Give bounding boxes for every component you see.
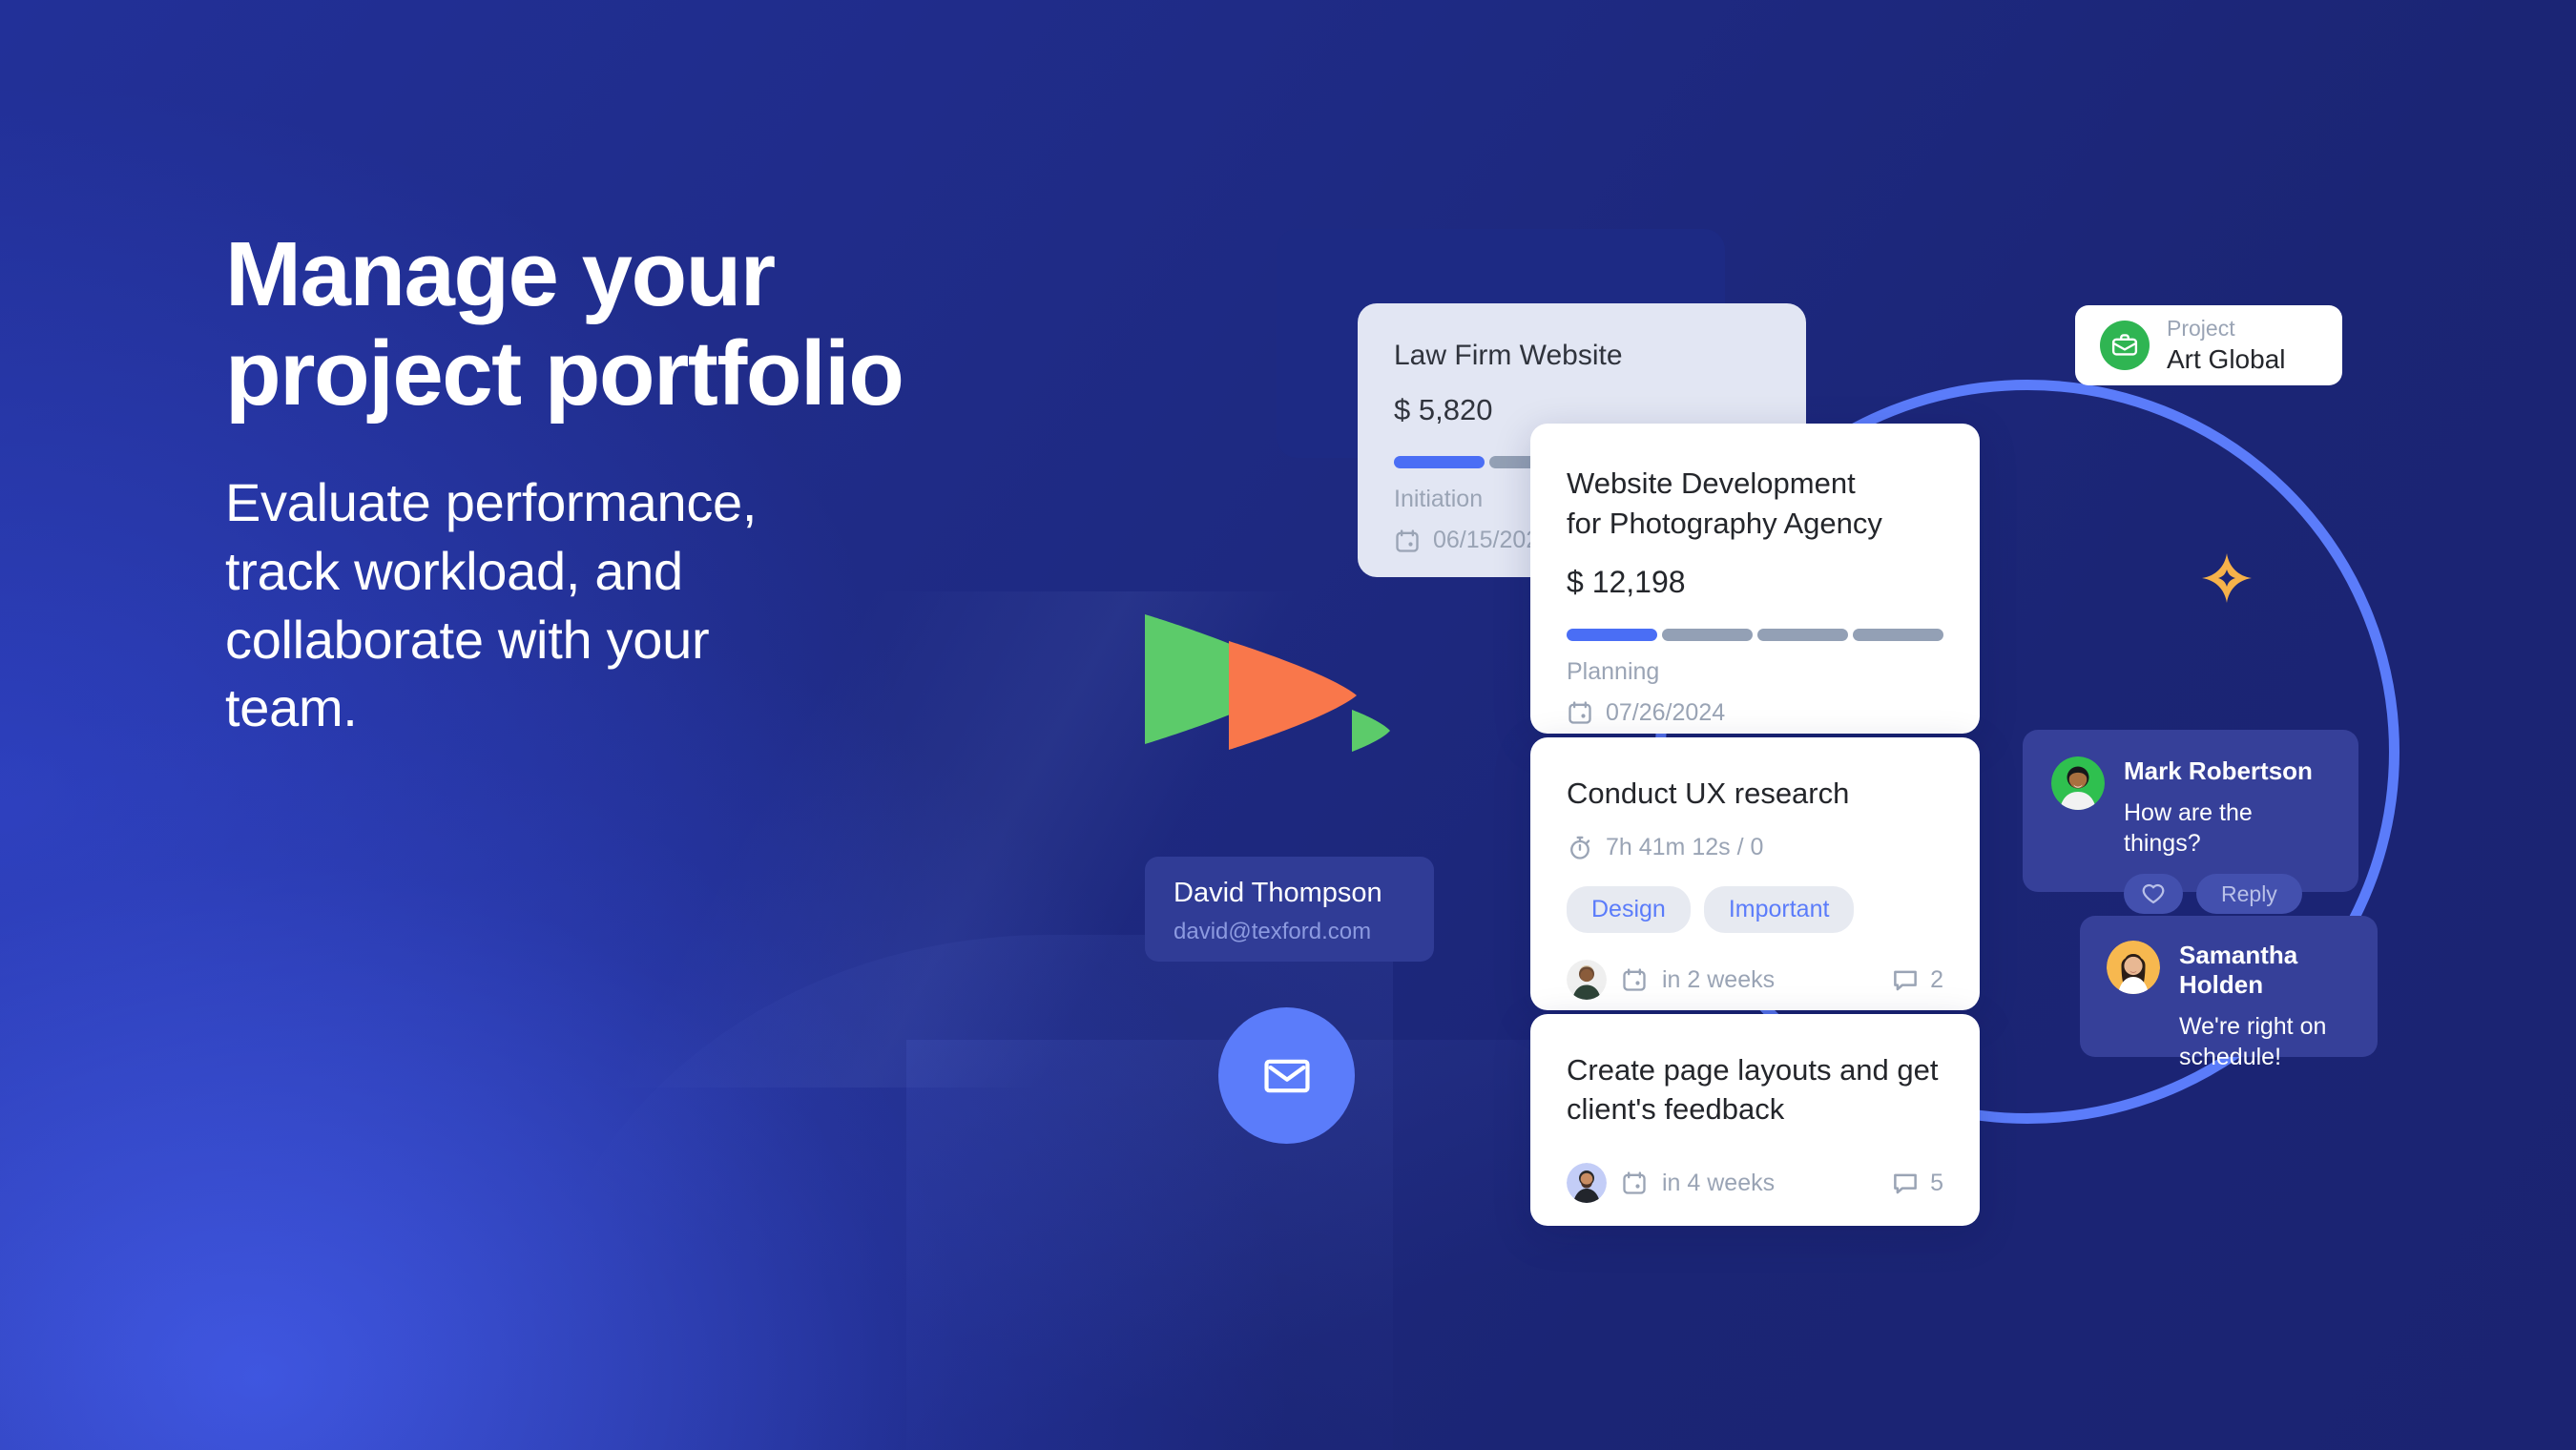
project-due-date-text: 07/26/2024: [1606, 698, 1726, 726]
avatar[interactable]: [1567, 1163, 1607, 1204]
calendar-icon: [1623, 1171, 1646, 1195]
comment-message: We're right on schedule!: [2179, 1013, 2327, 1070]
comment-message: How are the things?: [2124, 799, 2253, 857]
task-tags: Design Important: [1567, 886, 1943, 934]
comment-actions: Reply: [2124, 874, 2330, 914]
like-button[interactable]: [2124, 874, 2183, 914]
project-badge[interactable]: Project Art Global: [2075, 305, 2342, 385]
calendar-icon: [1396, 528, 1419, 552]
contact-name: David Thompson: [1174, 878, 1382, 908]
comment-card-mark-robertson[interactable]: Mark Robertson How are the things? Reply: [2023, 730, 2358, 914]
project-card-website-development[interactable]: Website Development for Photography Agen…: [1530, 424, 1980, 734]
task-footer: in 4 weeks 5: [1567, 1163, 1943, 1204]
project-name: Law Firm Website: [1394, 340, 1623, 371]
avatar[interactable]: [2107, 941, 2160, 994]
task-title: Conduct UX research: [1567, 777, 1850, 810]
task-due-text: in 4 weeks: [1662, 1169, 1776, 1196]
calendar-icon: [1623, 968, 1646, 991]
project-badge-label: Project: [2167, 316, 2235, 342]
page-subtitle: Evaluate performance, track workload, an…: [225, 472, 758, 738]
progress-segment: [1394, 456, 1485, 468]
project-stage: Planning: [1567, 657, 1660, 685]
arrow-icon: [1352, 710, 1390, 752]
contact-card[interactable]: David Thompson david@texford.com: [1145, 857, 1434, 962]
comment-icon: [1894, 1174, 1917, 1194]
project-amount: $ 5,820: [1394, 393, 1493, 426]
project-badge-value: Art Global: [2167, 343, 2286, 374]
project-due-date: 07/26/2024: [1567, 699, 1943, 727]
task-title: Create page layouts and get client's fee…: [1567, 1053, 1939, 1127]
task-card-page-layouts[interactable]: Create page layouts and get client's fee…: [1530, 1014, 1980, 1226]
contact-email: david@texford.com: [1174, 919, 1372, 944]
project-name: Website Development for Photography Agen…: [1567, 466, 1882, 540]
reply-button[interactable]: Reply: [2196, 874, 2302, 914]
project-badge-text: Project Art Global: [2167, 315, 2286, 376]
task-tag-important[interactable]: Important: [1703, 886, 1855, 934]
envelope-icon: [1263, 1059, 1310, 1092]
comment-body: Samantha Holden We're right on schedule!: [2179, 941, 2351, 1070]
briefcase-icon: [2100, 321, 2150, 370]
avatar[interactable]: [1567, 960, 1607, 1001]
page-title: Manage your project portfolio: [225, 223, 904, 425]
project-amount: $ 12,198: [1567, 564, 1686, 599]
task-comment-count-text: 2: [1930, 965, 1943, 993]
calendar-icon: [1568, 701, 1591, 724]
task-footer: in 2 weeks 2: [1567, 960, 1943, 1001]
task-tag-design[interactable]: Design: [1567, 886, 1691, 934]
task-time-text: 7h 41m 12s / 0: [1606, 834, 1764, 861]
task-card-ux-research[interactable]: Conduct UX research 7h 41m 12s / 0 Desig…: [1530, 737, 1980, 1010]
task-due-text: in 2 weeks: [1662, 965, 1776, 993]
task-comment-count-text: 5: [1930, 1169, 1943, 1196]
mail-button[interactable]: [1218, 1007, 1355, 1144]
comment-card-samantha-holden[interactable]: Samantha Holden We're right on schedule!: [2080, 916, 2378, 1070]
progress-segment: [1567, 628, 1657, 641]
progress-segment: [1853, 628, 1943, 641]
sparkle-icon: [2202, 553, 2252, 603]
avatar[interactable]: [2051, 756, 2105, 810]
task-time-tracked: 7h 41m 12s / 0: [1567, 834, 1943, 861]
task-comment-count[interactable]: 2: [1891, 965, 1943, 994]
comment-author: Samantha Holden: [2179, 941, 2298, 999]
comment-author: Mark Robertson: [2124, 756, 2313, 785]
heart-icon: [2142, 883, 2165, 904]
hero-section: Manage your project portfolio Evaluate p…: [225, 225, 1179, 742]
stopwatch-icon: [1570, 836, 1590, 860]
progress-segment: [1757, 628, 1848, 641]
arrow-icon: [1229, 641, 1357, 750]
comment-icon: [1894, 970, 1917, 991]
task-comment-count[interactable]: 5: [1891, 1169, 1943, 1197]
project-progress-bar: [1567, 628, 1943, 641]
comment-body: Mark Robertson How are the things? Reply: [2124, 756, 2330, 914]
progress-segment: [1662, 628, 1753, 641]
